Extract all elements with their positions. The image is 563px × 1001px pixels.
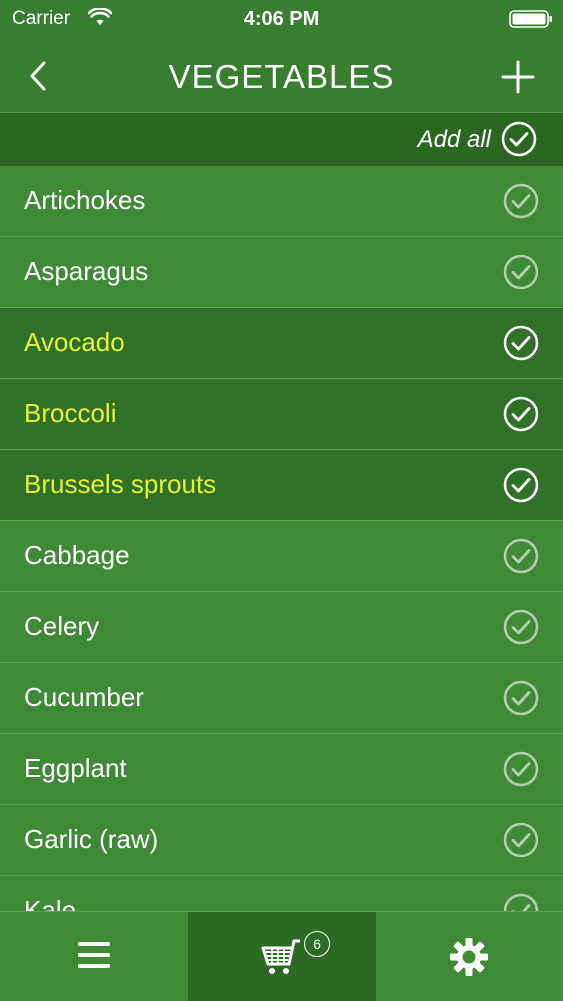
list-item[interactable]: Artichokes — [0, 166, 563, 237]
item-label: Brussels sprouts — [24, 469, 217, 499]
item-label: Artichokes — [24, 185, 146, 215]
check-circle-icon[interactable] — [503, 183, 539, 219]
item-label: Cabbage — [24, 540, 130, 570]
add-all-label: Add all — [417, 126, 491, 153]
check-circle-icon[interactable] — [503, 467, 539, 503]
item-label: Garlic (raw) — [24, 824, 159, 854]
check-circle-icon[interactable] — [503, 538, 539, 574]
check-circle-icon[interactable] — [503, 751, 539, 787]
list-item[interactable]: Asparagus — [0, 237, 563, 308]
list-item[interactable]: Brussels sprouts — [0, 450, 563, 521]
gear-icon — [450, 938, 488, 976]
item-label: Avocado — [24, 327, 125, 357]
tab-bar: 6 — [0, 911, 563, 1001]
plus-icon[interactable] — [501, 60, 535, 94]
status-time: 4:06 PM — [243, 8, 320, 30]
item-label: Asparagus — [24, 256, 149, 286]
check-circle-icon[interactable] — [503, 893, 539, 911]
check-circle-icon[interactable] — [503, 396, 539, 432]
list-item[interactable]: Eggplant — [0, 734, 563, 805]
battery-icon — [509, 10, 552, 28]
cart-icon — [261, 939, 300, 974]
tab-list[interactable] — [0, 912, 188, 1001]
item-label: Eggplant — [24, 753, 127, 783]
item-label: Cucumber — [24, 682, 144, 712]
check-circle-icon[interactable] — [503, 325, 539, 361]
check-circle-icon[interactable] — [503, 254, 539, 290]
list-item[interactable]: Garlic (raw) — [0, 805, 563, 876]
list-item[interactable]: Avocado — [0, 308, 563, 379]
list-item[interactable]: Cucumber — [0, 663, 563, 734]
check-circle-icon[interactable] — [503, 609, 539, 645]
cart-count-badge: 6 — [304, 931, 330, 957]
item-label: Celery — [24, 611, 100, 641]
vegetable-list: Artichokes Asparagus Avocado Broccoli Brusse… — [0, 166, 563, 911]
list-item[interactable]: Broccoli — [0, 379, 563, 450]
check-circle-icon[interactable] — [503, 822, 539, 858]
nav-bar: VEGETABLES — [0, 40, 563, 113]
item-label: Kale — [24, 895, 77, 911]
list-item[interactable]: Celery — [0, 592, 563, 663]
menu-icon — [78, 942, 110, 968]
add-all-bar[interactable]: Add all — [0, 113, 563, 166]
page-title: VEGETABLES — [168, 58, 395, 95]
list-item[interactable]: Cabbage — [0, 521, 563, 592]
item-label: Broccoli — [24, 398, 117, 428]
tab-settings[interactable] — [376, 912, 563, 1001]
list-item[interactable]: Kale — [0, 876, 563, 911]
status-bar: Carrier 4:06 PM — [0, 0, 563, 40]
check-circle-icon[interactable] — [501, 121, 537, 157]
tab-cart[interactable]: 6 — [188, 912, 376, 1001]
check-circle-icon[interactable] — [503, 680, 539, 716]
